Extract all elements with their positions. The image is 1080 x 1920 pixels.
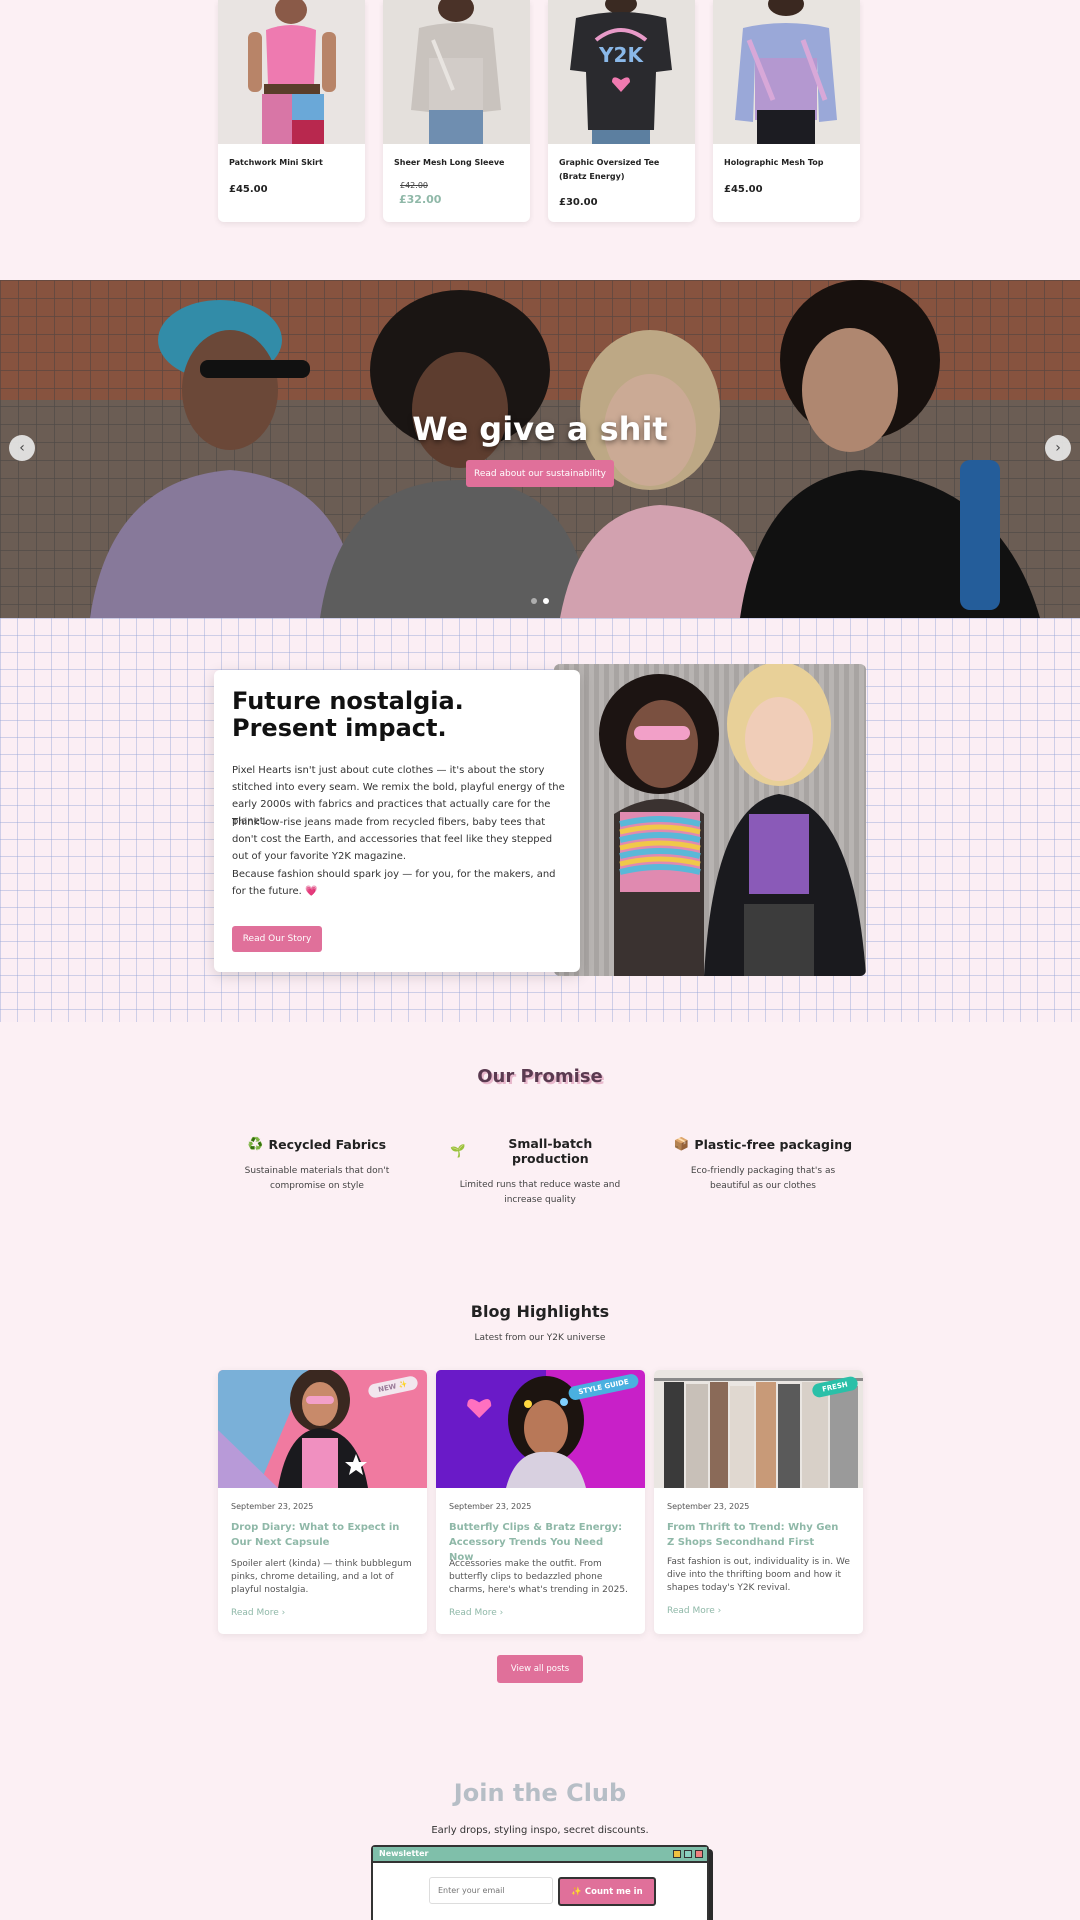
subscribe-button[interactable]: ✨ Count me in (558, 1877, 656, 1906)
promise-item-title: Recycled Fabrics (268, 1136, 387, 1152)
blog-card[interactable]: NEW ✨ September 23, 2025 Drop Diary: Wha… (218, 1370, 427, 1634)
promise-item-desc: Limited runs that reduce waste and incre… (459, 1180, 621, 1205)
sustainability-button[interactable]: Read about our sustainability (466, 460, 614, 487)
promise-item-desc: Eco-friendly packaging that's as beautif… (690, 1166, 836, 1191)
svg-text:Y2K: Y2K (598, 43, 644, 67)
read-more-link[interactable]: Read More › (231, 1608, 285, 1618)
chevron-left-icon: ‹ (19, 440, 25, 456)
blog-post-title[interactable]: From Thrift to Trend: Why Gen Z Shops Se… (667, 1520, 847, 1550)
product-image[interactable] (713, 0, 860, 144)
chevron-right-icon: › (1055, 440, 1061, 456)
seedling-icon: 🌱 (450, 1143, 466, 1158)
story-paragraph: Think low-rise jeans made from recycled … (232, 817, 553, 862)
product-image[interactable] (218, 0, 365, 144)
product-name[interactable]: Sheer Mesh Long Sleeve (394, 156, 522, 170)
product-sale-price: £32.00 (399, 193, 442, 206)
product-image[interactable]: Y2K (548, 0, 695, 144)
blog-post-title[interactable]: Drop Diary: What to Expect in Our Next C… (231, 1520, 411, 1550)
blog-card[interactable]: STYLE GUIDE September 23, 2025 Butterfly… (436, 1370, 645, 1634)
promise-title: Our Promise (477, 1066, 603, 1087)
view-all-posts-button[interactable]: View all posts (497, 1655, 583, 1683)
minimize-icon[interactable] (673, 1850, 681, 1858)
product-image[interactable] (383, 0, 530, 144)
email-input[interactable] (429, 1877, 553, 1904)
promise-item-title: Small-batch production (508, 1136, 593, 1166)
read-story-button[interactable]: Read Our Story (232, 926, 322, 952)
maximize-icon[interactable] (684, 1850, 692, 1858)
blog-excerpt: Accessories make the outfit. From butter… (449, 1559, 628, 1595)
chevron-right-icon: › (717, 1606, 722, 1616)
blog-excerpt: Fast fashion is out, individuality is in… (667, 1557, 850, 1593)
promise-item: ♻️ Recycled Fabrics Sustainable material… (227, 1136, 407, 1194)
promise-item: 📦 Plastic-free packaging Eco-friendly pa… (673, 1136, 853, 1194)
join-title: Join the Club (453, 1779, 627, 1807)
story-title: Future nostalgia. Present impact. (232, 687, 464, 742)
product-old-price: £42.00 (400, 181, 428, 190)
window-title: Newsletter (379, 1849, 429, 1858)
story-section: Future nostalgia. Present impact. Pixel … (0, 618, 1080, 1022)
read-more-link[interactable]: Read More › (667, 1606, 721, 1616)
product-card[interactable]: Sheer Mesh Long Sleeve £42.00 £32.00 (383, 0, 530, 222)
read-more-link[interactable]: Read More › (449, 1608, 503, 1618)
hero-image (0, 280, 1080, 618)
product-price: £45.00 (724, 184, 763, 195)
carousel-next-button[interactable]: › (1045, 435, 1071, 461)
promise-item-title: Plastic-free packaging (694, 1136, 853, 1152)
hero-title: We give a shit (412, 410, 668, 448)
blog-date: September 23, 2025 (231, 1502, 314, 1511)
join-subtitle: Early drops, styling inspo, secret disco… (431, 1825, 649, 1836)
blog-date: September 23, 2025 (449, 1502, 532, 1511)
blog-card[interactable]: FRESH September 23, 2025 From Thrift to … (654, 1370, 863, 1634)
carousel-dot[interactable] (531, 598, 537, 604)
product-name[interactable]: Holographic Mesh Top (724, 156, 852, 170)
chevron-right-icon: › (281, 1608, 286, 1618)
promise-item-desc: Sustainable materials that don't comprom… (244, 1166, 390, 1191)
product-price: £45.00 (229, 184, 268, 195)
product-grid: Patchwork Mini Skirt £45.00 Sheer Mesh L… (218, 0, 862, 222)
story-card: Future nostalgia. Present impact. Pixel … (214, 670, 580, 972)
product-name[interactable]: Graphic Oversized Tee (Bratz Energy) (559, 156, 687, 184)
package-icon: 📦 (673, 1136, 690, 1151)
product-card[interactable]: Holographic Mesh Top £45.00 (713, 0, 860, 222)
blog-title: Blog Highlights (470, 1302, 610, 1321)
product-card[interactable]: Patchwork Mini Skirt £45.00 (218, 0, 365, 222)
product-name[interactable]: Patchwork Mini Skirt (229, 156, 357, 170)
blog-date: September 23, 2025 (667, 1502, 750, 1511)
story-paragraph: Because fashion should spark joy — for y… (232, 869, 556, 897)
product-card[interactable]: Y2K Graphic Oversized Tee (Bratz Energy)… (548, 0, 695, 222)
hero-carousel: We give a shit Read about our sustainabi… (0, 280, 1080, 618)
story-image (554, 664, 866, 976)
chevron-right-icon: › (499, 1608, 504, 1618)
recycle-icon: ♻️ (247, 1136, 264, 1151)
carousel-dot-active[interactable] (543, 598, 549, 604)
promise-item: 🌱 Small-batch production Limited runs th… (450, 1136, 630, 1208)
carousel-prev-button[interactable]: ‹ (9, 435, 35, 461)
newsletter-window: Newsletter ✨ Count me in (371, 1845, 709, 1920)
blog-subtitle: Latest from our Y2K universe (474, 1333, 606, 1343)
product-price: £30.00 (559, 197, 598, 208)
blog-excerpt: Spoiler alert (kinda) — think bubblegum … (231, 1559, 412, 1595)
window-titlebar: Newsletter (373, 1847, 707, 1863)
close-icon[interactable] (695, 1850, 703, 1858)
